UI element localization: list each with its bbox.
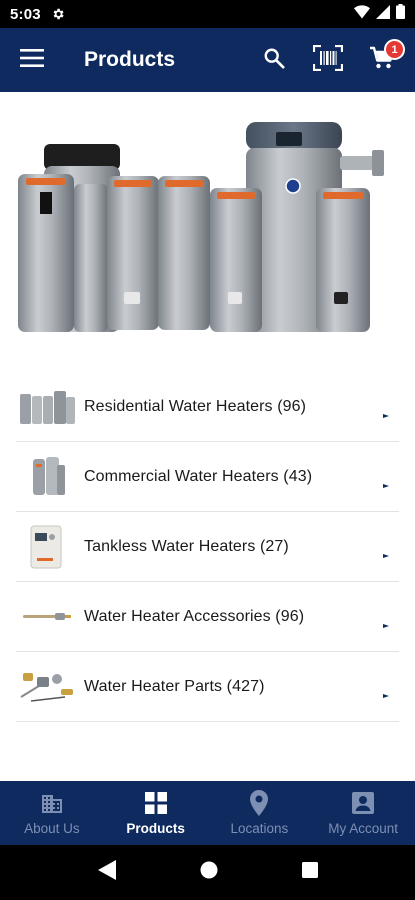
water-heater-lineup-image	[18, 122, 384, 332]
account-icon	[351, 790, 375, 816]
nav-products[interactable]: Products	[104, 781, 208, 845]
barcode-scan-button[interactable]	[301, 28, 355, 92]
chevron-right-icon	[383, 615, 389, 633]
battery-icon	[396, 4, 405, 24]
accessories-thumb-icon	[16, 594, 78, 640]
residential-heaters-thumb-icon	[16, 384, 78, 430]
grid-icon	[144, 790, 168, 816]
app-bar: Products 1	[0, 28, 415, 92]
wifi-icon	[354, 4, 370, 24]
category-residential[interactable]: Residential Water Heaters (96)	[16, 372, 399, 442]
nav-locations[interactable]: Locations	[208, 781, 312, 845]
signal-icon	[376, 4, 390, 24]
chevron-right-icon	[383, 405, 389, 423]
cart-button[interactable]: 1	[355, 28, 409, 92]
search-icon	[263, 47, 285, 74]
settings-gear-icon	[51, 7, 65, 21]
parts-thumb-icon	[16, 664, 78, 710]
category-commercial[interactable]: Commercial Water Heaters (43)	[16, 442, 399, 512]
tankless-heaters-thumb-icon	[16, 524, 78, 570]
category-label: Water Heater Parts (427)	[84, 677, 265, 695]
nav-label: Products	[126, 821, 185, 836]
page-title: Products	[84, 48, 176, 71]
bottom-navigation: About Us Products Locations My Account	[0, 781, 415, 845]
category-label: Water Heater Accessories (96)	[84, 607, 305, 625]
building-icon	[40, 790, 64, 816]
app-bar-actions: 1	[247, 28, 415, 92]
chevron-right-icon	[383, 475, 389, 493]
category-accessories[interactable]: Water Heater Accessories (96)	[16, 582, 399, 652]
status-time: 5:03	[10, 5, 41, 23]
hamburger-menu-icon	[20, 48, 44, 72]
status-bar: 5:03	[0, 0, 415, 28]
barcode-scan-icon	[312, 44, 344, 76]
search-button[interactable]	[247, 28, 301, 92]
category-label: Tankless Water Heaters (27)	[84, 537, 289, 555]
recents-icon[interactable]	[301, 862, 318, 883]
chevron-right-icon	[383, 685, 389, 703]
nav-label: About Us	[24, 821, 80, 836]
home-icon[interactable]	[200, 861, 218, 884]
category-label: Commercial Water Heaters (43)	[84, 467, 313, 485]
category-parts[interactable]: Water Heater Parts (427)	[16, 652, 399, 722]
nav-about-us[interactable]: About Us	[0, 781, 104, 845]
category-tankless[interactable]: Tankless Water Heaters (27)	[16, 512, 399, 582]
map-pin-icon	[249, 790, 269, 816]
chevron-right-icon	[383, 545, 389, 563]
system-navigation-bar	[0, 845, 415, 900]
back-icon[interactable]	[97, 860, 116, 885]
nav-label: Locations	[230, 821, 289, 836]
category-label: Residential Water Heaters (96)	[84, 397, 307, 415]
menu-button[interactable]	[0, 28, 64, 92]
hero-banner	[0, 92, 415, 362]
product-category-list: Residential Water Heaters (96) Commercia…	[0, 372, 415, 722]
cart-count-badge: 1	[384, 39, 405, 60]
nav-my-account[interactable]: My Account	[311, 781, 415, 845]
commercial-heaters-thumb-icon	[16, 454, 78, 500]
status-icons	[354, 4, 405, 24]
nav-label: My Account	[328, 821, 399, 836]
screen: 5:03 Products 1 Residential Water Heater…	[0, 0, 415, 900]
